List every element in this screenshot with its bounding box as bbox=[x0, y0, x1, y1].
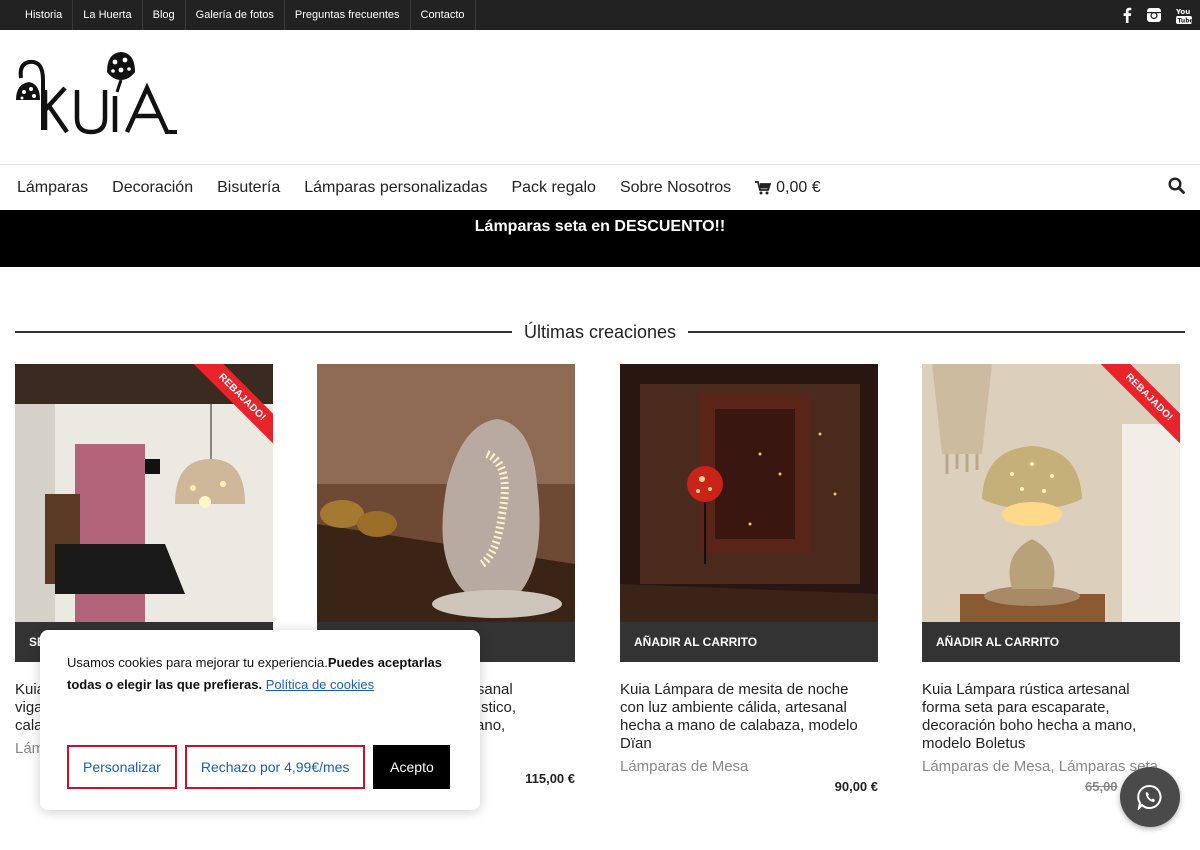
nav-bisuteria[interactable]: Bisutería bbox=[217, 179, 280, 197]
product-image[interactable] bbox=[317, 364, 575, 662]
product-image[interactable]: REBAJADO! SE bbox=[15, 364, 273, 662]
nav-lamparas-personalizadas[interactable]: Lámparas personalizadas bbox=[304, 179, 487, 197]
site-logo[interactable] bbox=[15, 50, 180, 145]
social-links: You Tube bbox=[1122, 6, 1192, 24]
customize-cookies-button[interactable]: Personalizar bbox=[67, 745, 177, 789]
top-links: Historia La Huerta Blog Galería de fotos… bbox=[15, 0, 476, 30]
product-price: 90,00 € bbox=[834, 779, 878, 794]
cart-icon bbox=[755, 180, 772, 194]
divider bbox=[688, 331, 1185, 333]
instagram-icon[interactable] bbox=[1146, 7, 1162, 23]
product-image[interactable]: AÑADIR AL CARRITO bbox=[620, 364, 878, 662]
top-link-contacto[interactable]: Contacto bbox=[411, 0, 476, 30]
divider bbox=[15, 331, 512, 333]
product-card[interactable]: AÑADIR AL CARRITO Kuia Lámpara de mesita… bbox=[620, 364, 878, 794]
old-price: 65,00 bbox=[1085, 779, 1118, 794]
product-title-line: decoración boho hecha a mano, bbox=[922, 717, 1137, 734]
product-title-line: con luz ambiente cálida, artesanal bbox=[620, 699, 847, 716]
reject-cookies-button[interactable]: Rechazo por 4,99€/mes bbox=[184, 745, 366, 789]
cart-total: 0,00 € bbox=[776, 178, 821, 196]
product-title-line: Dïan bbox=[620, 735, 652, 752]
svg-text:Tube: Tube bbox=[1178, 18, 1193, 25]
top-link-historia[interactable]: Historia bbox=[15, 0, 74, 30]
product-title[interactable]: Kuia Lámpara de mesita de noche con luz … bbox=[620, 681, 878, 753]
whatsapp-icon bbox=[1137, 784, 1162, 810]
search-icon[interactable] bbox=[1168, 176, 1185, 199]
nav-decoracion[interactable]: Decoración bbox=[112, 179, 193, 197]
product-title[interactable]: Kuia Lámpara rústica artesanal forma set… bbox=[922, 681, 1180, 753]
product-card[interactable]: REBAJADO! AÑADIR AL CARRITO Kuia Lámpara… bbox=[922, 364, 1180, 794]
product-title-line: hecha a mano de calabaza, modelo bbox=[620, 717, 858, 734]
cart-link[interactable]: 0,00 € bbox=[755, 178, 821, 197]
product-title-line: forma seta para escaparate, bbox=[922, 699, 1110, 716]
accept-cookies-button[interactable]: Acepto bbox=[373, 745, 451, 789]
promo-banner[interactable]: Lámparas seta en DESCUENTO!! bbox=[0, 210, 1200, 267]
product-title-line: Kuia Lámpara rústica artesanal bbox=[922, 681, 1130, 698]
product-title-line: modelo Boletus bbox=[922, 735, 1026, 752]
top-bar: Historia La Huerta Blog Galería de fotos… bbox=[0, 0, 1200, 30]
cookie-policy-link[interactable]: Política de cookies bbox=[266, 677, 374, 692]
product-image[interactable]: REBAJADO! AÑADIR AL CARRITO bbox=[922, 364, 1180, 662]
section-header: Últimas creaciones bbox=[15, 321, 1185, 343]
top-link-blog[interactable]: Blog bbox=[143, 0, 186, 30]
product-category[interactable]: Lámparas de Mesa bbox=[620, 758, 878, 775]
facebook-icon[interactable] bbox=[1122, 7, 1132, 23]
cookie-message: Usamos cookies para mejorar tu experienc… bbox=[67, 655, 328, 670]
nav-sobre-nosotros[interactable]: Sobre Nosotros bbox=[620, 179, 731, 197]
product-title-line: Kuia Lámpara de mesita de noche bbox=[620, 681, 849, 698]
top-link-galeria[interactable]: Galería de fotos bbox=[186, 0, 285, 30]
logo-area bbox=[0, 30, 1200, 165]
svg-text:You: You bbox=[1176, 8, 1190, 16]
cookie-banner: Usamos cookies para mejorar tu experienc… bbox=[40, 630, 480, 810]
youtube-icon[interactable]: You Tube bbox=[1176, 6, 1192, 24]
cookie-text: Usamos cookies para mejorar tu experienc… bbox=[67, 652, 453, 696]
promo-banner-text: Lámparas seta en DESCUENTO!! bbox=[474, 218, 726, 235]
main-nav: Lámparas Decoración Bisutería Lámparas p… bbox=[0, 165, 1200, 210]
add-to-cart-button[interactable]: AÑADIR AL CARRITO bbox=[922, 622, 1180, 662]
whatsapp-button[interactable] bbox=[1120, 767, 1180, 827]
add-to-cart-button[interactable]: AÑADIR AL CARRITO bbox=[620, 622, 878, 662]
nav-lamparas[interactable]: Lámparas bbox=[17, 179, 88, 197]
top-link-faq[interactable]: Preguntas frecuentes bbox=[285, 0, 411, 30]
nav-pack-regalo[interactable]: Pack regalo bbox=[511, 179, 596, 197]
cookie-buttons: Personalizar Rechazo por 4,99€/mes Acept… bbox=[67, 745, 451, 789]
top-link-la-huerta[interactable]: La Huerta bbox=[73, 0, 143, 30]
section-title: Últimas creaciones bbox=[523, 321, 677, 342]
